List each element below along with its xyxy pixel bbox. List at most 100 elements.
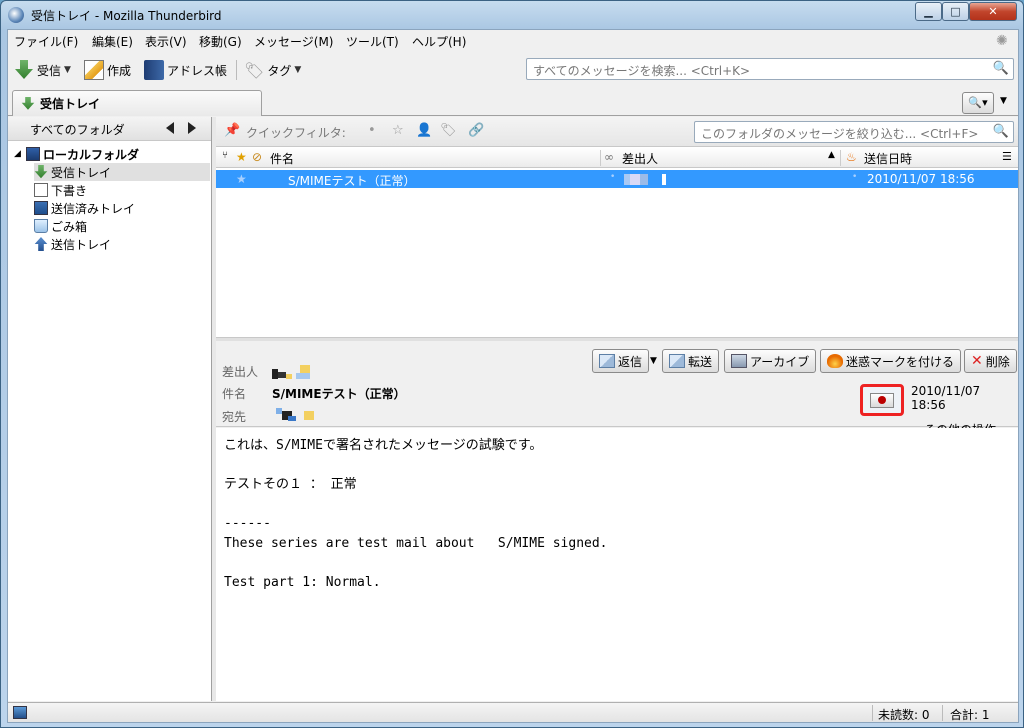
folder-inbox[interactable]: 受信トレイ [34,163,210,181]
folder-label: ごみ箱 [51,219,88,234]
address-book-button[interactable]: アドレス帳 [144,58,227,82]
body-line: ------ [224,516,271,531]
junk-label: 迷惑マークを付ける [846,354,955,369]
from-label: 差出人 [222,365,259,379]
message-header: 差出人 件名 S/MIMEテスト（正常） 宛先 返信 ▼ 転送 アーカイブ 迷惑… [216,341,1018,437]
menu-go[interactable]: 移動(G) [199,33,242,50]
folder-sent[interactable]: 送信済みトレイ [34,199,135,217]
message-row[interactable]: ★ S/MIMEテスト（正常） • • 2010/11/07 18:56 [216,170,1018,188]
folder-label: ローカルフォルダ [43,147,140,162]
chevron-down-icon[interactable]: ▼ [64,65,71,75]
reply-dropdown-icon[interactable]: ▼ [650,356,657,366]
menu-edit[interactable]: 編集(E) [92,33,133,50]
read-status-icon[interactable]: • [610,172,615,182]
folder-mode-prev-icon[interactable] [166,122,174,134]
menu-bar: ファイル(F) 編集(E) 表示(V) 移動(G) メッセージ(M) ツール(T… [8,30,1018,52]
title-bar: 受信トレイ - Mozilla Thunderbird ▁ □ ✕ [1,1,1023,29]
header-subject: S/MIMEテスト（正常） [272,387,406,401]
folder-drafts[interactable]: 下書き [34,181,87,199]
contact-icon[interactable]: 👤 [416,123,432,138]
menu-tools[interactable]: ツール(T) [346,33,399,50]
sent-icon [34,201,48,215]
star-icon[interactable]: ☆ [392,123,404,138]
archive-label: アーカイブ [750,354,810,369]
online-status-icon[interactable] [13,706,27,719]
global-search-placeholder: すべてのメッセージを検索... <Ctrl+K> [533,64,751,78]
tag-button[interactable]: 🏷 タグ ▼ [244,58,301,82]
maximize-button[interactable]: □ [942,2,969,21]
column-date[interactable]: 送信日時 [864,150,912,167]
column-picker-icon[interactable]: ☰ [1002,150,1012,163]
quick-filter-placeholder: このフォルダのメッセージを絞り込む... <Ctrl+F> [701,127,979,141]
menu-message[interactable]: メッセージ(M) [254,33,333,50]
junk-column-icon[interactable]: ♨ [846,150,857,164]
close-button[interactable]: ✕ [969,2,1017,21]
folder-trash[interactable]: ごみ箱 [34,217,87,235]
address-book-label: アドレス帳 [167,63,228,78]
column-divider [600,150,601,166]
delete-button[interactable]: ✕ 削除 [964,349,1017,373]
write-button[interactable]: 作成 [84,58,131,82]
smime-signed-indicator[interactable] [860,384,904,416]
header-date: 2010/11/07 18:56 [911,384,981,412]
menu-file[interactable]: ファイル(F) [14,33,78,50]
folder-outbox[interactable]: 送信トレイ [34,235,111,253]
pin-icon[interactable]: 📌 [224,123,240,138]
tag-icon[interactable]: 🏷 [440,123,457,138]
search-icon[interactable]: 🔍 [993,124,1009,139]
tab-inbox[interactable]: 受信トレイ [12,90,262,116]
tag-icon: 🏷 [244,60,265,80]
delete-icon: ✕ [971,353,983,369]
message-body: これは、S/MIMEで署名されたメッセージの試験です。 テストその１ ： 正常 … [216,428,1018,701]
write-label: 作成 [107,63,132,78]
column-divider [840,150,841,166]
junk-flame-icon [827,354,843,368]
get-mail-button[interactable]: 受信 ▼ [14,58,71,82]
junk-button[interactable]: 迷惑マークを付ける [820,349,962,373]
folder-mode-next-icon[interactable] [188,122,196,134]
tag-label: タグ [267,63,292,78]
minimize-button[interactable]: ▁ [915,2,942,21]
folder-label: 送信トレイ [51,237,112,252]
forward-label: 転送 [688,354,713,369]
archive-button[interactable]: アーカイブ [724,349,817,373]
attachment-column-icon[interactable]: ⊘ [252,150,262,164]
pencil-icon [84,60,104,80]
app-window: 受信トレイ - Mozilla Thunderbird ▁ □ ✕ ファイル(F… [0,0,1024,728]
star-column-icon[interactable]: ★ [236,150,247,164]
tab-bar: 受信トレイ 🔍▾ ▼ [8,88,1018,116]
forward-button[interactable]: 転送 [662,349,720,373]
tab-search-button[interactable]: 🔍▾ [962,92,994,114]
folder-local-folders[interactable]: ◢ ローカルフォルダ [14,145,139,163]
thread-column-header: ⑂ ★ ⊘ 件名 ∞ 差出人 ▲ ♨ 送信日時 ☰ [216,148,1018,168]
menu-help[interactable]: ヘルプ(H) [412,33,466,50]
star-icon[interactable]: ★ [236,172,247,186]
expand-twisty-icon[interactable]: ◢ [14,149,23,159]
folder-mode-label: すべてのフォルダ [30,123,125,137]
unread-count: 未読数: 0 [878,708,930,722]
thread-column-icon[interactable]: ⑂ [222,150,228,161]
column-subject[interactable]: 件名 [270,150,294,167]
total-count: 合計: 1 [950,708,990,722]
reply-button[interactable]: 返信 [592,349,650,373]
attachment-icon[interactable]: 🔗 [468,123,484,138]
chevron-down-icon[interactable]: ▼ [1000,96,1007,106]
global-search-input[interactable]: すべてのメッセージを検索... <Ctrl+K> 🔍 [526,58,1014,80]
body-line [224,456,1010,476]
body-line [224,495,1010,515]
body-line: These series are test mail about S/MIME … [224,535,608,551]
get-mail-label: 受信 [37,63,62,78]
menu-view[interactable]: 表示(V) [145,33,187,50]
trash-icon [34,219,48,233]
chevron-down-icon: ▼ [294,65,302,75]
reply-label: 返信 [618,354,643,369]
message-date: 2010/11/07 18:56 [867,172,975,186]
quick-filter-input[interactable]: このフォルダのメッセージを絞り込む... <Ctrl+F> 🔍 [694,121,1014,143]
read-column-icon[interactable]: ∞ [604,150,614,164]
search-icon[interactable]: 🔍 [993,61,1009,76]
unread-filter-icon[interactable]: • [368,123,376,138]
inbox-icon [34,165,48,179]
junk-status-icon[interactable]: • [852,172,857,182]
column-sender[interactable]: 差出人 [622,150,658,167]
main-toolbar: 受信 ▼ 作成 アドレス帳 🏷 タグ ▼ すべてのメッセージを検索... <Ct… [8,54,1018,86]
